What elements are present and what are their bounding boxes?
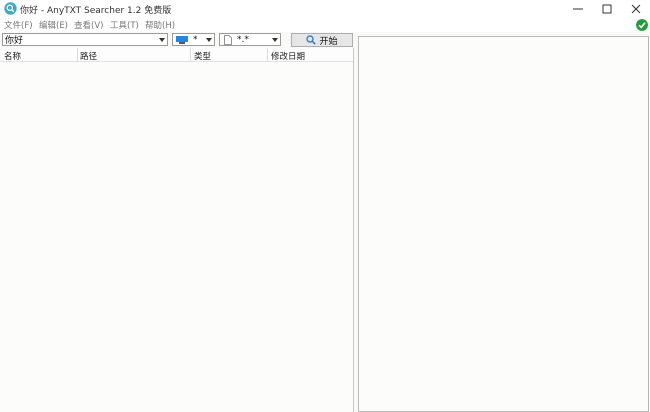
chevron-down-icon[interactable]: [206, 38, 212, 42]
drive-filter-combobox[interactable]: *: [172, 33, 215, 46]
search-combobox[interactable]: [2, 33, 168, 46]
column-divider[interactable]: [77, 48, 78, 61]
file-icon: [224, 35, 232, 45]
close-button[interactable]: [621, 0, 650, 17]
maximize-icon: [602, 4, 612, 13]
search-icon: [306, 35, 317, 45]
chevron-down-icon[interactable]: [272, 38, 278, 42]
close-icon: [631, 4, 641, 13]
menu-view[interactable]: 查看(V): [74, 19, 103, 31]
column-divider[interactable]: [267, 48, 268, 61]
preview-pane[interactable]: [358, 36, 649, 412]
minimize-icon: [573, 8, 583, 9]
start-search-button[interactable]: 开始: [291, 33, 353, 47]
file-type-combobox[interactable]: *.*: [219, 33, 281, 46]
window-title: 你好 - AnyTXT Searcher 1.2 免费版: [20, 6, 172, 16]
app-search-icon: [4, 2, 17, 15]
chevron-down-icon[interactable]: [159, 38, 165, 42]
title-bar: 你好 - AnyTXT Searcher 1.2 免费版: [0, 0, 650, 17]
minimize-button[interactable]: [563, 0, 593, 17]
menu-help[interactable]: 帮助(H): [145, 19, 175, 31]
menu-bar: 文件(F) 编辑(E) 查看(V) 工具(T) 帮助(H): [0, 17, 650, 32]
column-type[interactable]: 类型: [194, 50, 211, 62]
menu-tools[interactable]: 工具(T): [110, 19, 139, 31]
drive-icon: [176, 36, 188, 44]
maximize-button[interactable]: [592, 0, 622, 17]
drive-filter-value: *: [193, 35, 198, 45]
results-header: 名称 路径 类型 修改日期: [0, 48, 353, 62]
column-divider[interactable]: [190, 48, 191, 61]
status-check-icon: [636, 19, 648, 31]
start-button-label: 开始: [319, 36, 338, 47]
menu-edit[interactable]: 编辑(E): [39, 19, 68, 31]
search-input[interactable]: [5, 34, 155, 45]
file-type-value: *.*: [237, 35, 249, 45]
column-name[interactable]: 名称: [4, 50, 21, 62]
column-path[interactable]: 路径: [80, 50, 97, 62]
column-modified-date[interactable]: 修改日期: [271, 50, 305, 62]
results-list[interactable]: 名称 路径 类型 修改日期: [0, 48, 354, 412]
menu-file[interactable]: 文件(F): [4, 19, 33, 31]
